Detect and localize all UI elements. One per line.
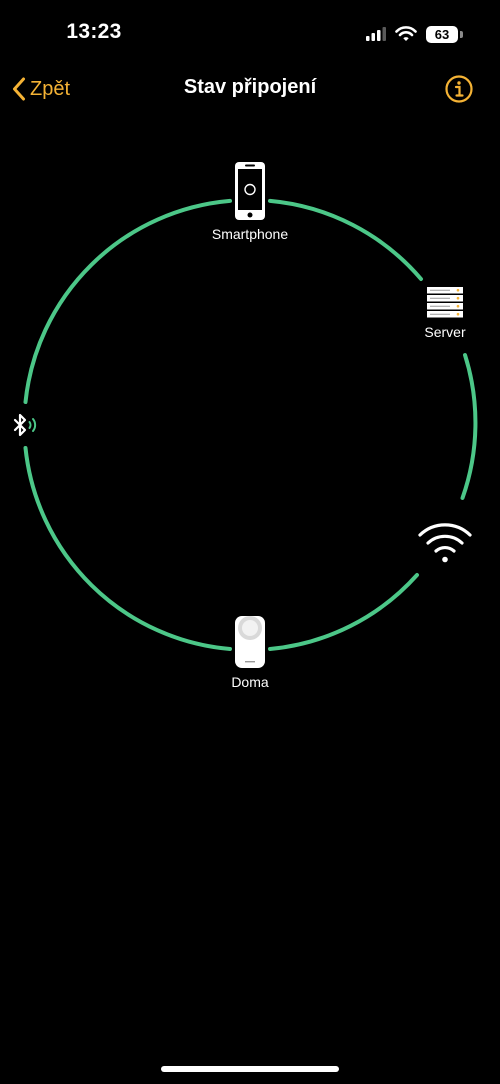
server-node[interactable]: Server — [410, 286, 480, 340]
ring-segment-server-wifi — [460, 353, 478, 500]
smartphone-node[interactable]: Smartphone — [200, 160, 300, 242]
server-icon — [427, 287, 463, 318]
smartphone-icon — [235, 162, 265, 220]
smartphone-label: Smartphone — [211, 226, 289, 242]
home-indicator[interactable] — [161, 1066, 339, 1072]
wifi-node[interactable] — [415, 518, 475, 564]
bluetooth-icon — [13, 413, 37, 437]
connection-diagram: Smartphone Server Doma — [0, 0, 500, 760]
smart-lock-node[interactable]: Doma — [210, 612, 290, 690]
smart-lock-icon — [235, 616, 265, 668]
server-label: Server — [424, 324, 466, 340]
ring-segment-lock-bluetooth — [23, 446, 232, 651]
smart-lock-label: Doma — [231, 674, 269, 690]
bluetooth-node[interactable] — [8, 412, 44, 440]
wifi-router-icon — [418, 523, 472, 563]
ring-segment-wifi-lock — [268, 573, 419, 651]
